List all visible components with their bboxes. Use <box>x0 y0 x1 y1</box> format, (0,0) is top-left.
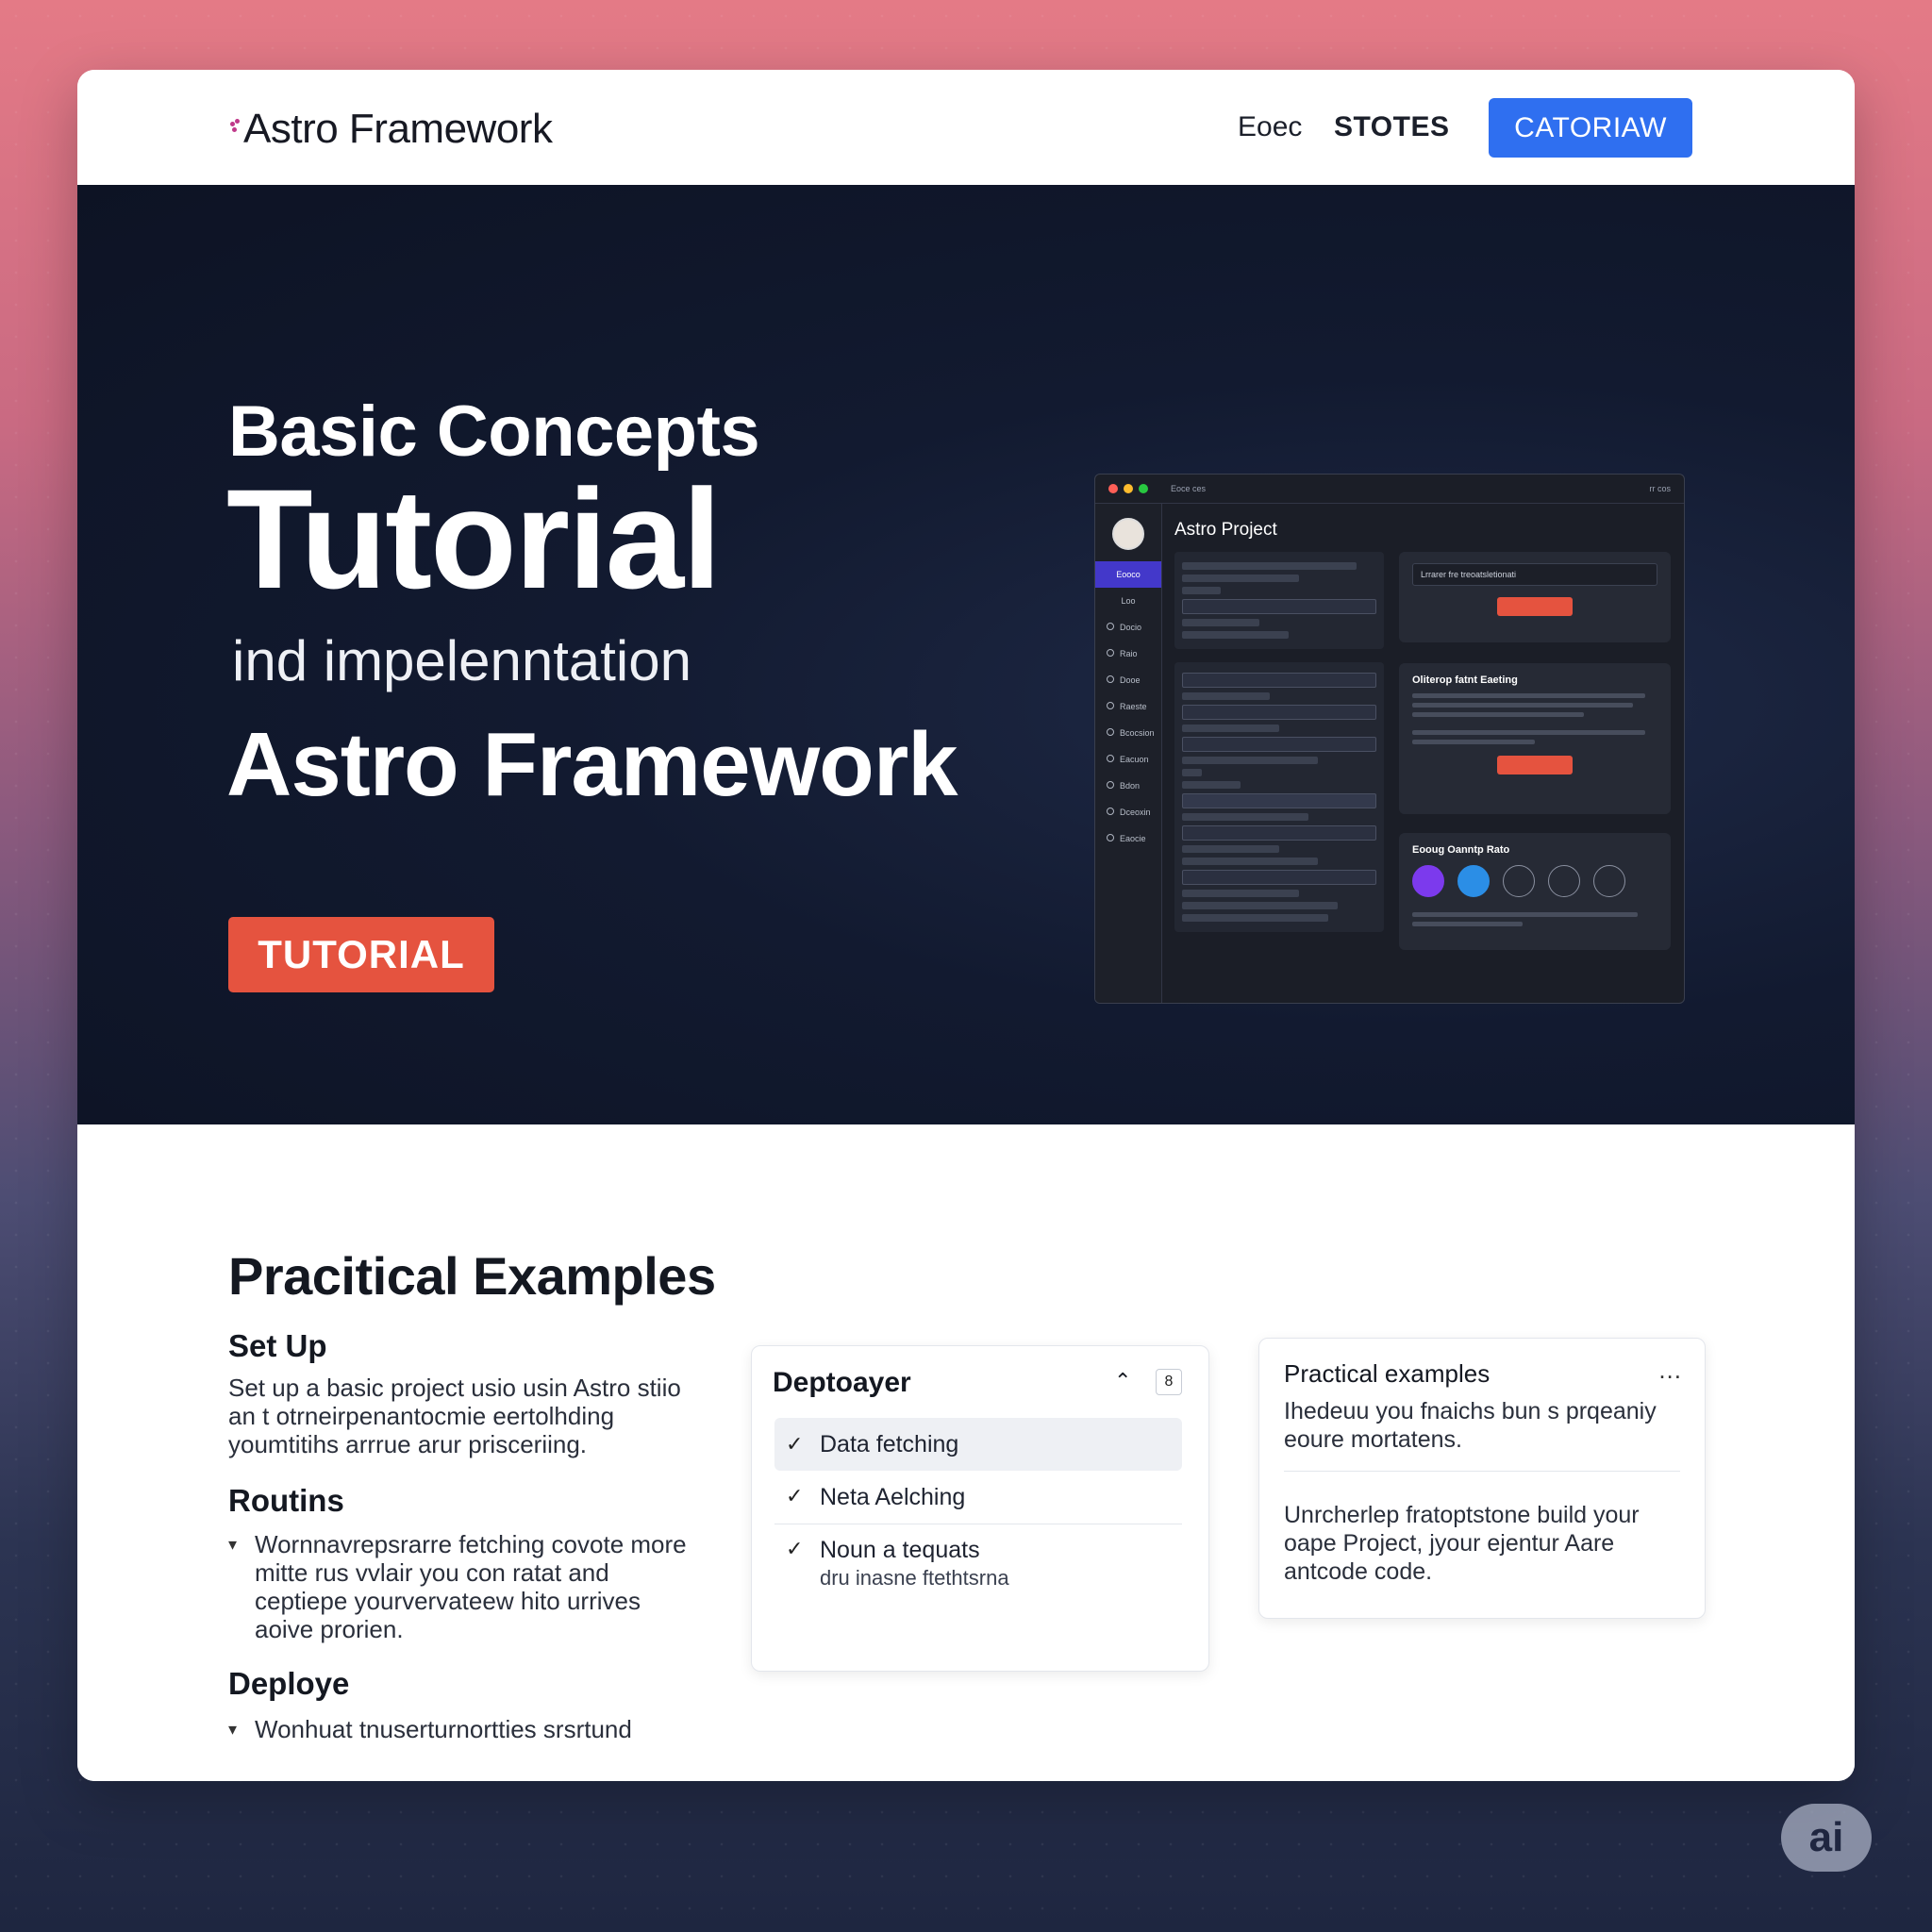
content-section: Pracitical Examples Set Up Set up a basi… <box>77 1124 1855 1781</box>
check-icon: ✓ <box>786 1484 804 1507</box>
practical-examples-card: Practical examples ... Ihedeuu you fnaic… <box>1258 1338 1706 1619</box>
circle-icon <box>1107 834 1114 841</box>
blue-circle-icon <box>1457 865 1490 897</box>
mockup-code-block <box>1174 552 1384 649</box>
panel-item-label: Noun a tequats <box>820 1537 980 1563</box>
astro-logo-icon <box>228 118 242 141</box>
mockup-sidebar-item: Dceoxin <box>1095 799 1161 825</box>
hero-tutorial-button[interactable]: TUTORIAL <box>228 917 494 992</box>
mockup-sidebar-item: Raio <box>1095 641 1161 667</box>
mockup-card-title: Eooug Oanntp Rato <box>1412 844 1510 856</box>
nav-link-2[interactable]: STOTES <box>1334 111 1449 143</box>
mockup-sidebar-item: Eacuon <box>1095 746 1161 773</box>
mockup-sidebar-item: Bcocsion <box>1095 720 1161 746</box>
routins-bullet: Wornnavrepsrarre fetching covote more mi… <box>228 1530 689 1643</box>
panel-item[interactable]: ✓ Noun a tequats dru inasne ftethtsrna <box>774 1537 1182 1591</box>
mockup-sidebar-item: Eaocie <box>1095 825 1161 852</box>
card-text-1: Ihedeuu you fnaichs bun s prqeaniy eoure… <box>1284 1398 1657 1453</box>
panel-item-label: Neta Aelching <box>820 1484 966 1510</box>
divider <box>1284 1471 1680 1472</box>
circle-icon <box>1107 649 1114 657</box>
mockup-red-button <box>1497 756 1573 774</box>
mockup-sidebar-label: Bdon <box>1120 781 1141 791</box>
mockup-input: Lrrarer fre treoatsletionati <box>1412 563 1657 586</box>
mockup-sidebar-item: Raeste <box>1095 693 1161 720</box>
purple-circle-icon <box>1412 865 1444 897</box>
ai-badge: ai <box>1781 1804 1872 1872</box>
mockup-sidebar-label: Docio <box>1120 623 1142 632</box>
card-title: Practical examples <box>1284 1359 1491 1388</box>
mockup-code-block <box>1174 662 1384 932</box>
check-icon: ✓ <box>786 1432 804 1456</box>
mockup-sidebar-item: Eooco <box>1095 561 1161 588</box>
circle-icon <box>1107 702 1114 709</box>
circle-icon <box>1107 808 1114 815</box>
close-dot-icon <box>1108 484 1118 493</box>
mockup-sidebar: Eooco Loo Docio Raio Dooe Raeste Bcocsio… <box>1095 504 1162 1003</box>
mockup-card-icons: Eooug Oanntp Rato <box>1399 833 1671 950</box>
mockup-sidebar-label: Raio <box>1120 649 1138 658</box>
circle-icon <box>1548 865 1580 897</box>
circle-icon <box>1593 865 1625 897</box>
panel-item-label: Data fetching <box>820 1431 959 1457</box>
panel-item[interactable]: ✓ Neta Aelching <box>774 1484 1182 1511</box>
mockup-red-button <box>1497 597 1573 616</box>
mockup-sidebar-label: Dceoxin <box>1120 808 1151 817</box>
panel-title: Deptoayer <box>773 1367 911 1398</box>
deploy-panel: Deptoayer ⌃ 8 ✓ Data fetching ✓ Neta Aelch… <box>751 1345 1209 1672</box>
circle-icon <box>1107 623 1114 630</box>
setup-text: Set up a basic project usio usin Astro s… <box>228 1374 681 1458</box>
hero-title: Tutorial <box>226 459 722 618</box>
panel-item[interactable]: ✓ Data fetching <box>774 1418 1182 1471</box>
check-icon: ✓ <box>786 1537 804 1560</box>
mockup-sidebar-label: Eacuon <box>1120 755 1149 764</box>
mockup-code-column <box>1174 552 1384 945</box>
mockup-sidebar-label: Dooe <box>1120 675 1141 685</box>
mockup-sidebar-item: Bdon <box>1095 773 1161 799</box>
circle-icon <box>1107 728 1114 736</box>
app-mockup: Eoce ces rr cos Eooco Loo Docio Raio Doo… <box>1094 474 1685 1004</box>
circle-icon <box>1503 865 1535 897</box>
hero-line3: ind impelenntation <box>232 629 692 692</box>
site-logo[interactable]: Astro Framework <box>228 106 553 153</box>
mockup-card-translate: Lrrarer fre treoatsletionati <box>1399 552 1671 642</box>
panel-item-sub: dru inasne ftethtsrna <box>820 1566 1009 1590</box>
deploye-bullet: Wonhuat tnuserturnortties srsrtund <box>228 1715 689 1743</box>
mockup-window-title: Eoce ces <box>1171 484 1207 493</box>
mockup-project-title: Astro Project <box>1174 520 1277 540</box>
minimize-dot-icon <box>1124 484 1133 493</box>
browser-page: Astro Framework Eoec STOTES CATORIAW Bas… <box>77 70 1855 1781</box>
mockup-window-right: rr cos <box>1649 484 1672 493</box>
setup-heading: Set Up <box>228 1328 327 1363</box>
mockup-sidebar-item: Dooe <box>1095 667 1161 693</box>
nav-link-1[interactable]: Eoec <box>1238 111 1302 143</box>
routins-heading: Routins <box>228 1483 344 1518</box>
mockup-sidebar-item: Docio <box>1095 614 1161 641</box>
maximize-dot-icon <box>1139 484 1148 493</box>
mockup-card-title: Oliterop fatnt Eaeting <box>1412 675 1518 686</box>
hero-line4: Astro Framework <box>226 714 958 815</box>
circle-icon <box>1107 755 1114 762</box>
deploye-heading: Deploye <box>228 1666 350 1701</box>
avatar <box>1112 518 1144 550</box>
card-text-2: Unrcherlep fratoptstone build your oape … <box>1284 1502 1640 1585</box>
count-badge: 8 <box>1156 1369 1182 1395</box>
section-title: Pracitical Examples <box>228 1246 716 1306</box>
circle-icon <box>1107 781 1114 789</box>
chevron-up-icon[interactable]: ⌃ <box>1114 1369 1131 1393</box>
mockup-sidebar-label: Eaocie <box>1120 834 1146 843</box>
hero-section: Basic Concepts Tutorial ind impelenntati… <box>77 185 1855 1124</box>
logo-text: Astro Framework <box>243 106 553 152</box>
top-navbar: Astro Framework Eoec STOTES CATORIAW <box>77 70 1855 185</box>
mockup-sidebar-label: Bcocsion <box>1120 728 1155 738</box>
mockup-sidebar-item: Loo <box>1121 596 1136 606</box>
more-icon[interactable]: ... <box>1658 1356 1682 1385</box>
nav-cta-button[interactable]: CATORIAW <box>1489 98 1692 158</box>
circle-icon <box>1107 675 1114 683</box>
mockup-sidebar-label: Raeste <box>1120 702 1147 711</box>
mockup-titlebar: Eoce ces rr cos <box>1095 475 1684 504</box>
mockup-card-eating: Oliterop fatnt Eaeting <box>1399 663 1671 814</box>
